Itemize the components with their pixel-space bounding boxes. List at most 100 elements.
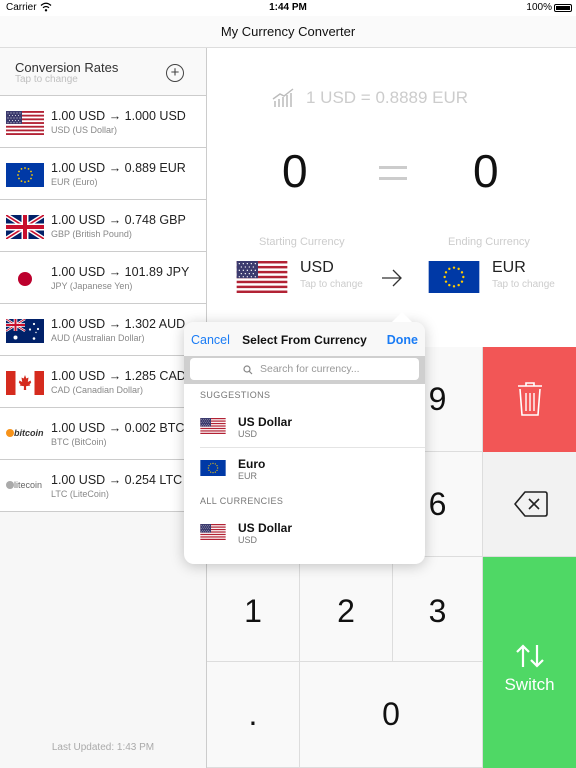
japan-flag-icon xyxy=(6,267,44,291)
currency-option-eur[interactable]: Euro EUR xyxy=(184,448,425,490)
backspace-button[interactable] xyxy=(483,452,576,557)
app-title: My Currency Converter xyxy=(220,24,356,39)
key-1[interactable]: 1 xyxy=(207,557,300,662)
rate-arrow-icon: → xyxy=(108,421,122,435)
us-flag-icon xyxy=(200,524,226,540)
suggestions-header: SUGGESTIONS xyxy=(200,390,271,400)
ending-currency-label: Ending Currency xyxy=(448,236,530,248)
clock: 1:44 PM xyxy=(269,2,307,13)
rate-currency-name: USD (US Dollar) xyxy=(51,125,118,135)
battery-icon xyxy=(554,4,572,12)
starting-currency-code: USD xyxy=(300,259,334,276)
rate-row-aud[interactable]: 1.00 USD → 1.302 AUD AUD (Australian Dol… xyxy=(0,304,206,356)
rate-row-gbp[interactable]: 1.00 USD → 0.748 GBP GBP (British Pound) xyxy=(0,200,206,252)
popover-toolbar: Cancel Select From Currency Done xyxy=(184,322,425,356)
switch-button[interactable]: Switch xyxy=(483,557,576,768)
starting-currency-label: Starting Currency xyxy=(259,236,345,248)
rate-result: 0.889 EUR xyxy=(124,161,186,175)
rate-row-btc[interactable]: bitcoin 1.00 USD → 0.002 BTC BTC (BitCoi… xyxy=(0,408,206,460)
rate-row-eur[interactable]: 1.00 USD → 0.889 EUR EUR (Euro) xyxy=(0,148,206,200)
rate-amount: 1.00 USD xyxy=(51,265,106,279)
trash-icon xyxy=(518,382,542,416)
last-updated-label: Last Updated: 1:43 PM xyxy=(51,742,155,753)
rate-row-cad[interactable]: 1.00 USD → 1.285 CAD CAD (Canadian Dolla… xyxy=(0,356,206,408)
key-2[interactable]: 2 xyxy=(300,557,393,662)
australia-flag-icon xyxy=(6,319,44,343)
rate-currency-name: JPY (Japanese Yen) xyxy=(51,281,133,291)
rate-row-ltc[interactable]: litecoin 1.00 USD → 0.254 LTC LTC (LiteC… xyxy=(0,460,206,512)
rate-arrow-icon: → xyxy=(108,109,122,123)
rate-text: 1 USD = 0.8889 EUR xyxy=(306,88,469,107)
output-amount: 0 xyxy=(473,145,499,197)
currency-option-code: USD xyxy=(238,535,258,545)
rate-result: 101.89 JPY xyxy=(124,265,190,279)
rate-result: 0.002 BTC xyxy=(124,421,185,435)
clear-button[interactable] xyxy=(483,347,576,452)
rate-result: 1.000 USD xyxy=(124,109,186,123)
eu-flag-icon xyxy=(6,163,44,187)
rate-currency-name: EUR (Euro) xyxy=(51,177,98,187)
input-amount[interactable]: 0 xyxy=(282,144,308,198)
rate-result: 0.748 GBP xyxy=(124,213,186,227)
chart-icon xyxy=(272,88,294,107)
rate-currency-name: LTC (LiteCoin) xyxy=(51,489,109,499)
canada-flag-icon xyxy=(6,371,44,395)
ending-currency-code: EUR xyxy=(492,259,526,276)
backspace-icon xyxy=(514,491,548,517)
popover-arrow xyxy=(392,312,412,322)
currency-option-name: US Dollar xyxy=(238,521,293,535)
switch-label: Switch xyxy=(504,675,555,694)
key-3[interactable]: 3 xyxy=(393,557,483,662)
conversion-rates-title: Conversion Rates xyxy=(15,60,119,75)
currency-option-usd-all[interactable]: US Dollar USD xyxy=(184,512,425,554)
battery-percent: 100% xyxy=(526,2,552,13)
us-flag-icon xyxy=(6,111,44,135)
equals-icon xyxy=(379,166,407,182)
select-currency-popover: Cancel Select From Currency Done SUGGEST… xyxy=(184,312,425,564)
ending-currency-selector[interactable]: EUR Tap to change xyxy=(424,259,569,295)
rate-amount: 1.00 USD xyxy=(51,109,106,123)
navigation-bar: My Currency Converter xyxy=(0,16,576,48)
status-bar: Carrier 1:44 PM 100% xyxy=(0,0,576,16)
key-0[interactable]: 0 xyxy=(300,662,483,768)
rate-row-jpy[interactable]: 1.00 USD → 101.89 JPY JPY (Japanese Yen) xyxy=(0,252,206,304)
rate-currency-name: BTC (BitCoin) xyxy=(51,437,107,447)
rate-amount: 1.00 USD xyxy=(51,473,106,487)
conversion-rates-hint: Tap to change xyxy=(15,74,78,85)
rate-arrow-icon: → xyxy=(108,265,122,279)
key-decimal[interactable]: . xyxy=(207,662,300,768)
rate-currency-name: GBP (British Pound) xyxy=(51,229,132,239)
starting-currency-selector[interactable]: USD Tap to change xyxy=(232,259,372,295)
rate-arrow-icon: → xyxy=(108,213,122,227)
arrow-right-icon xyxy=(382,269,402,287)
all-currencies-header: ALL CURRENCIES xyxy=(200,496,284,506)
switch-arrows-icon xyxy=(516,644,544,668)
search-bar xyxy=(184,356,425,384)
search-icon xyxy=(243,365,253,375)
currency-option-code: EUR xyxy=(238,471,258,481)
currency-option-code: USD xyxy=(238,429,258,439)
us-flag-icon xyxy=(200,418,226,434)
bitcoin-logo-icon: bitcoin xyxy=(6,428,44,452)
litecoin-logo-icon: litecoin xyxy=(6,480,44,504)
rate-arrow-icon: → xyxy=(108,161,122,175)
conversion-rates-header[interactable]: Conversion Rates Tap to change + xyxy=(0,48,206,96)
ending-currency-hint: Tap to change xyxy=(492,279,555,290)
rate-row-usd[interactable]: 1.00 USD → 1.000 USD USD (US Dollar) xyxy=(0,96,206,148)
currency-option-name: Euro xyxy=(238,457,266,471)
us-flag-icon xyxy=(232,261,292,293)
done-button[interactable]: Done xyxy=(387,333,418,347)
eu-flag-icon xyxy=(424,261,484,293)
currency-option-usd[interactable]: US Dollar USD xyxy=(184,406,425,448)
starting-currency-hint: Tap to change xyxy=(300,279,363,290)
add-currency-button[interactable]: + xyxy=(166,64,184,82)
conversion-rates-sidebar: Conversion Rates Tap to change + 1.00 US… xyxy=(0,48,207,768)
rate-currency-name: CAD (Canadian Dollar) xyxy=(51,385,144,395)
rate-arrow-icon: → xyxy=(108,369,122,383)
rate-amount: 1.00 USD xyxy=(51,213,106,227)
rate-arrow-icon: → xyxy=(108,317,122,331)
uk-flag-icon xyxy=(6,215,44,239)
rate-result: 0.254 LTC xyxy=(124,473,183,487)
currency-search-input[interactable] xyxy=(190,358,419,380)
rate-amount: 1.00 USD xyxy=(51,317,106,331)
